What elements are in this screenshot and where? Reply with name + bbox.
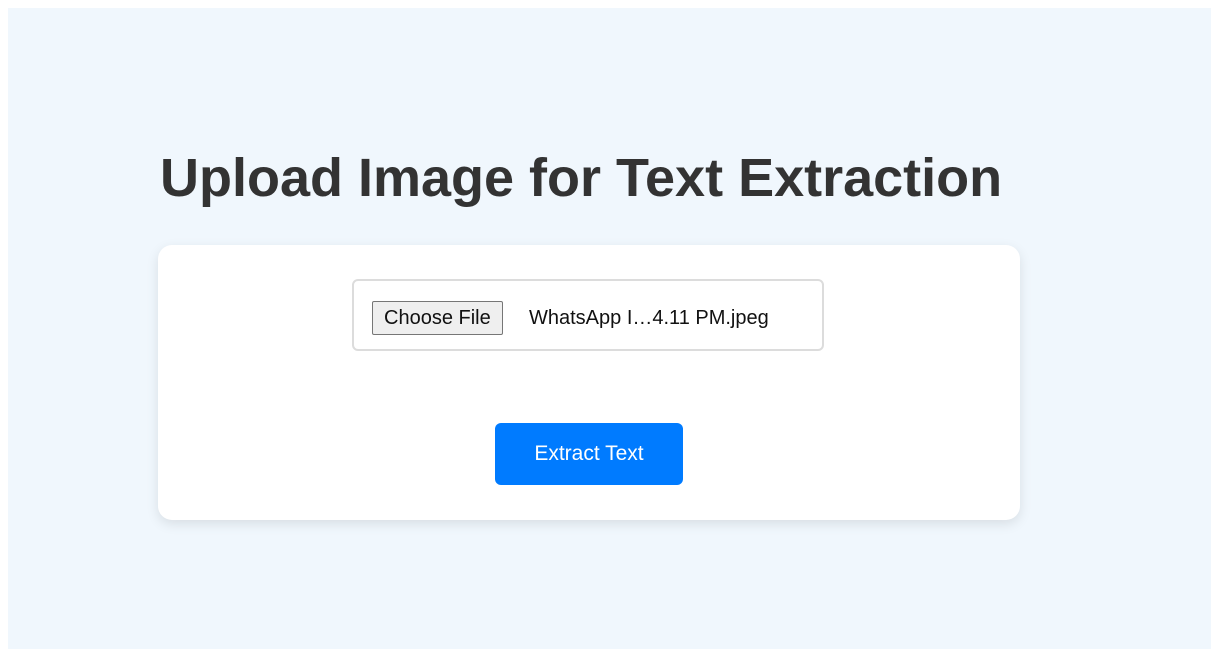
- page-viewport: Upload Image for Text Extraction Choose …: [8, 8, 1211, 649]
- selected-file-name: WhatsApp I…4.11 PM.jpeg: [529, 307, 769, 329]
- upload-card: Choose File WhatsApp I…4.11 PM.jpeg Extr…: [158, 245, 1020, 520]
- page-title: Upload Image for Text Extraction: [160, 148, 1003, 208]
- extract-text-button[interactable]: Extract Text: [495, 423, 683, 485]
- file-input[interactable]: Choose File WhatsApp I…4.11 PM.jpeg: [352, 279, 824, 351]
- choose-file-button[interactable]: Choose File: [372, 301, 503, 335]
